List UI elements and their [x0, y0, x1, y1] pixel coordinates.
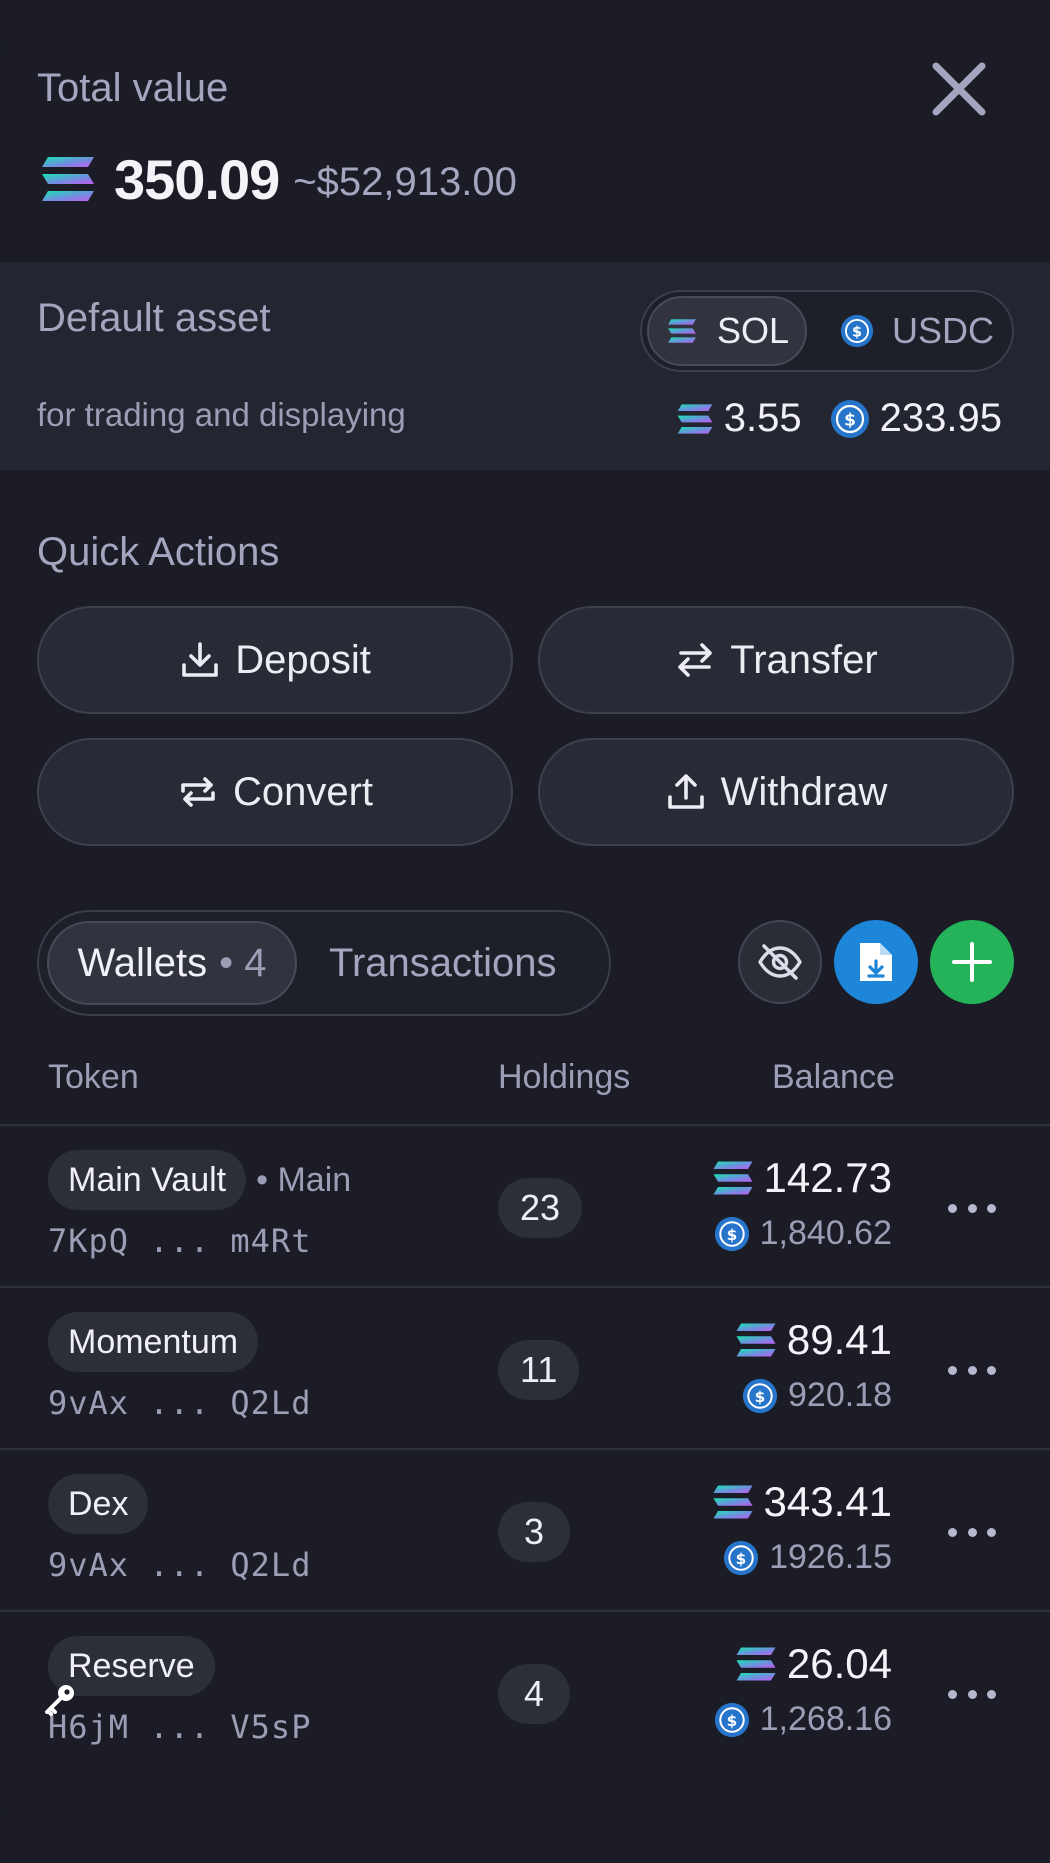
view-tabs: Wallets • 4 Transactions — [37, 910, 611, 1016]
tab-wallets[interactable]: Wallets • 4 — [47, 921, 297, 1005]
solana-icon — [40, 155, 96, 203]
solana-icon — [667, 318, 697, 344]
table-row[interactable]: Momentum 9vAx ... Q2Ld 11 89.41 920.18 — [0, 1286, 1050, 1448]
total-value-header: Total value 350.09 ~$52,913.00 — [0, 0, 1050, 262]
asset-option-usdc[interactable]: USDC — [832, 296, 1002, 366]
repeat-icon — [181, 777, 215, 807]
default-asset-balances: 3.55 233.95 — [676, 396, 1002, 441]
usdc-icon — [830, 399, 870, 439]
sol-amount: 89.41 — [786, 1316, 892, 1363]
quick-actions-title: Quick Actions — [37, 530, 280, 574]
arrows-left-right-icon — [678, 643, 713, 677]
close-icon[interactable] — [928, 58, 990, 120]
wallet-tag: • Main — [256, 1160, 352, 1199]
solana-icon — [712, 1484, 754, 1520]
default-asset-title: Default asset — [37, 296, 271, 340]
usdc-balance: 233.95 — [879, 396, 1002, 440]
wallet-address[interactable]: 9vAx ... Q2Ld — [48, 1546, 311, 1584]
default-asset-toggle: SOL USDC — [640, 290, 1014, 372]
wallet-address[interactable]: 9vAx ... Q2Ld — [48, 1384, 311, 1422]
usdc-icon — [723, 1540, 759, 1576]
wallet-name: Main Vault — [48, 1150, 247, 1210]
sol-balance: 3.55 — [723, 396, 802, 440]
deposit-label: Deposit — [235, 637, 371, 682]
solana-icon — [735, 1322, 777, 1358]
usdc-icon — [714, 1702, 750, 1738]
usdc-amount: 1,268.16 — [759, 1700, 892, 1738]
total-value-label: Total value — [37, 66, 229, 110]
wallet-address[interactable]: H6jM ... V5sP — [48, 1708, 311, 1746]
more-horizontal-icon[interactable] — [948, 1512, 996, 1552]
total-usd-amount: ~$52,913.00 — [293, 159, 517, 204]
column-header-holdings: Holdings — [498, 1058, 631, 1096]
wallet-sol-balance: 26.04 — [735, 1640, 892, 1688]
usdc-amount: 920.18 — [788, 1376, 892, 1414]
column-header-balance: Balance — [772, 1058, 895, 1096]
usdc-icon — [742, 1378, 778, 1414]
hide-balances-button[interactable] — [738, 920, 822, 1004]
solana-icon — [712, 1160, 754, 1196]
usdc-amount: 1926.15 — [769, 1538, 892, 1576]
wallet-name-row: Dex — [48, 1474, 149, 1534]
plus-icon — [952, 942, 992, 982]
transfer-label: Transfer — [730, 637, 878, 682]
wallet-name-row: Momentum — [48, 1312, 259, 1372]
file-download-icon — [860, 943, 892, 981]
sol-amount: 142.73 — [763, 1154, 892, 1201]
wallet-usdc-balance: 1,268.16 — [714, 1700, 892, 1739]
table-row[interactable]: Dex 9vAx ... Q2Ld 3 343.41 1926.15 — [0, 1448, 1050, 1610]
withdraw-label: Withdraw — [720, 769, 888, 814]
more-horizontal-icon[interactable] — [948, 1188, 996, 1228]
wallet-sol-balance: 89.41 — [735, 1316, 892, 1364]
wallet-name: Momentum — [48, 1312, 259, 1372]
convert-label: Convert — [232, 769, 374, 814]
solana-icon — [676, 403, 714, 435]
usdc-icon — [714, 1216, 750, 1252]
usdc-amount: 1,840.62 — [759, 1214, 892, 1252]
usdc-icon — [840, 314, 874, 348]
tab-wallets-count: • 4 — [219, 940, 267, 985]
wallet-sol-balance: 343.41 — [712, 1478, 892, 1526]
wallet-name: Dex — [48, 1474, 149, 1534]
asset-option-label: USDC — [892, 310, 995, 351]
asset-option-sol[interactable]: SOL — [647, 296, 807, 366]
holdings-count: 23 — [498, 1178, 583, 1238]
wallet-usdc-balance: 920.18 — [742, 1376, 892, 1415]
withdraw-button[interactable]: Withdraw — [538, 738, 1014, 846]
more-horizontal-icon[interactable] — [948, 1350, 996, 1390]
total-sol-amount: 350.09 — [114, 147, 280, 211]
eye-off-icon — [758, 944, 802, 980]
more-horizontal-icon[interactable] — [948, 1674, 996, 1714]
wallet-address[interactable]: 7KpQ ... m4Rt — [48, 1222, 311, 1260]
sol-amount: 343.41 — [763, 1478, 892, 1525]
upload-icon — [667, 774, 704, 809]
deposit-button[interactable]: Deposit — [37, 606, 513, 714]
total-value-row: 350.09 ~$52,913.00 — [40, 147, 517, 211]
add-wallet-button[interactable] — [930, 920, 1014, 1004]
download-icon — [182, 642, 218, 677]
convert-button[interactable]: Convert — [37, 738, 513, 846]
table-row[interactable]: Main Vault • Main 7KpQ ... m4Rt 23 142.7… — [0, 1124, 1050, 1286]
tab-transactions[interactable]: Transactions — [329, 921, 557, 1005]
wallet-sol-balance: 142.73 — [712, 1154, 892, 1202]
holdings-count: 11 — [498, 1340, 580, 1400]
portfolio-panel: Total value 350.09 ~$52,913.00 Default a… — [0, 0, 1050, 1863]
holdings-count: 4 — [498, 1664, 570, 1724]
export-button[interactable] — [834, 920, 918, 1004]
asset-option-label: SOL — [717, 310, 790, 351]
key-icon — [45, 1685, 74, 1716]
transfer-button[interactable]: Transfer — [538, 606, 1014, 714]
sol-amount: 26.04 — [786, 1640, 892, 1687]
default-asset-subtitle: for trading and displaying — [37, 396, 406, 433]
column-header-token: Token — [48, 1058, 139, 1096]
wallet-usdc-balance: 1,840.62 — [714, 1214, 892, 1253]
wallet-name-row: Main Vault • Main — [48, 1150, 351, 1210]
wallet-usdc-balance: 1926.15 — [723, 1538, 892, 1577]
solana-icon — [735, 1646, 777, 1682]
holdings-count: 3 — [498, 1502, 570, 1562]
tab-wallets-label: Wallets — [77, 940, 208, 985]
table-row[interactable]: Reserve H6jM ... V5sP 4 26.04 1,268.16 — [0, 1610, 1050, 1772]
